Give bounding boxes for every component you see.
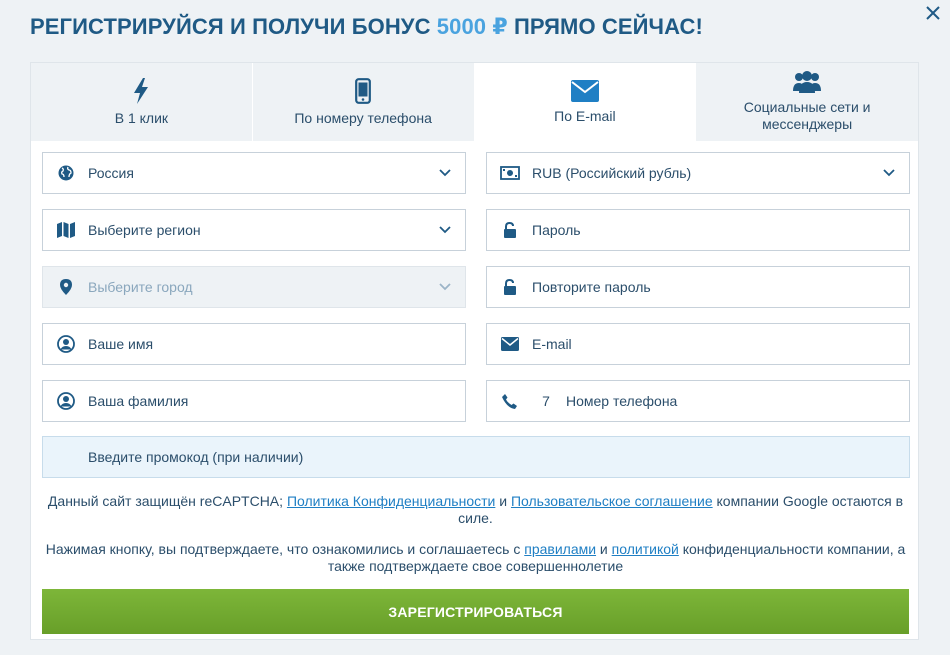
unlock-icon bbox=[503, 222, 516, 238]
rules-link[interactable]: правилами bbox=[524, 541, 596, 557]
user-circle-icon bbox=[56, 392, 75, 410]
country-value: Россия bbox=[88, 165, 134, 181]
map-pin-icon bbox=[59, 279, 72, 295]
registration-panel: В 1 клик По номеру телефона По E-mail Со… bbox=[30, 62, 919, 640]
phone-country-code: 7 bbox=[542, 393, 550, 409]
promo-placeholder: Введите промокод (при наличии) bbox=[88, 449, 304, 465]
lightning-icon bbox=[134, 77, 149, 104]
page-title: РЕГИСТРИРУЙСЯ И ПОЛУЧИ БОНУС 5000 ₽ ПРЯМ… bbox=[30, 14, 703, 40]
last-name-placeholder: Ваша фамилия bbox=[88, 393, 189, 409]
globe-icon bbox=[58, 165, 73, 181]
password-placeholder: Пароль bbox=[532, 222, 581, 238]
tab-one-click[interactable]: В 1 клик bbox=[31, 63, 253, 141]
user-circle-icon bbox=[56, 335, 75, 353]
tab-label: Социальные сети и мессенджеры bbox=[743, 99, 871, 132]
region-value: Выберите регион bbox=[88, 222, 201, 238]
consent-and: и bbox=[596, 541, 612, 557]
recaptcha-notice: Данный сайт защищён reCAPTCHA; Политика … bbox=[31, 493, 920, 527]
password-repeat-placeholder: Повторите пароль bbox=[532, 279, 651, 295]
terms-link[interactable]: Пользовательское соглашение bbox=[511, 493, 713, 509]
password-repeat-field[interactable]: Повторите пароль bbox=[486, 266, 910, 308]
country-select[interactable]: Россия bbox=[42, 152, 466, 194]
consent-notice: Нажимая кнопку, вы подтверждаете, что оз… bbox=[31, 541, 920, 575]
password-field[interactable]: Пароль bbox=[486, 209, 910, 251]
currency-select[interactable]: RUB (Российский рубль) bbox=[486, 152, 910, 194]
tab-social[interactable]: Социальные сети и мессенджеры bbox=[696, 63, 918, 141]
recaptcha-text: Данный сайт защищён reCAPTCHA; bbox=[47, 493, 287, 509]
city-select[interactable]: Выберите город bbox=[42, 266, 466, 308]
tab-phone[interactable]: По номеру телефона bbox=[252, 63, 475, 141]
envelope-icon bbox=[500, 337, 519, 351]
email-field[interactable]: E-mail bbox=[486, 323, 910, 365]
close-icon[interactable] bbox=[923, 3, 943, 23]
users-icon bbox=[793, 71, 822, 93]
tab-label: В 1 клик bbox=[114, 109, 169, 126]
phone-field[interactable]: 7 Номер телефона bbox=[486, 380, 910, 422]
recaptcha-and: и bbox=[495, 493, 511, 509]
first-name-placeholder: Ваше имя bbox=[88, 336, 154, 352]
privacy-policy-link[interactable]: Политика Конфиденциальности bbox=[287, 493, 495, 509]
smartphone-icon bbox=[355, 77, 372, 104]
bonus-amount: 5000 ₽ bbox=[436, 14, 508, 39]
city-value: Выберите город bbox=[88, 279, 193, 295]
title-suffix: ПРЯМО СЕЙЧАС! bbox=[507, 14, 703, 39]
phone-icon bbox=[502, 393, 517, 409]
unlock-icon bbox=[503, 279, 516, 295]
chevron-down-icon bbox=[883, 169, 895, 177]
last-name-field[interactable]: Ваша фамилия bbox=[42, 380, 466, 422]
currency-value: RUB (Российский рубль) bbox=[532, 165, 692, 181]
map-icon bbox=[56, 222, 75, 238]
chevron-down-icon bbox=[439, 226, 451, 234]
phone-placeholder: Номер телефона bbox=[566, 393, 678, 409]
first-name-field[interactable]: Ваше имя bbox=[42, 323, 466, 365]
email-placeholder: E-mail bbox=[532, 336, 572, 352]
tab-label: По номеру телефона bbox=[294, 109, 432, 126]
registration-tabs: В 1 клик По номеру телефона По E-mail Со… bbox=[31, 63, 918, 141]
promo-code-input[interactable]: Введите промокод (при наличии) bbox=[42, 436, 910, 478]
region-select[interactable]: Выберите регион bbox=[42, 209, 466, 251]
title-prefix: РЕГИСТРИРУЙСЯ И ПОЛУЧИ БОНУС bbox=[30, 14, 437, 39]
chevron-down-icon bbox=[439, 283, 451, 291]
tab-label: По E-mail bbox=[554, 107, 616, 124]
register-button[interactable]: ЗАРЕГИСТРИРОВАТЬСЯ bbox=[42, 589, 909, 634]
envelope-icon bbox=[570, 79, 599, 102]
chevron-down-icon bbox=[439, 169, 451, 177]
policy-link[interactable]: политикой bbox=[612, 541, 679, 557]
consent-text: Нажимая кнопку, вы подтверждаете, что оз… bbox=[45, 541, 525, 557]
tab-email[interactable]: По E-mail bbox=[474, 63, 697, 141]
banknote-icon bbox=[499, 166, 520, 180]
